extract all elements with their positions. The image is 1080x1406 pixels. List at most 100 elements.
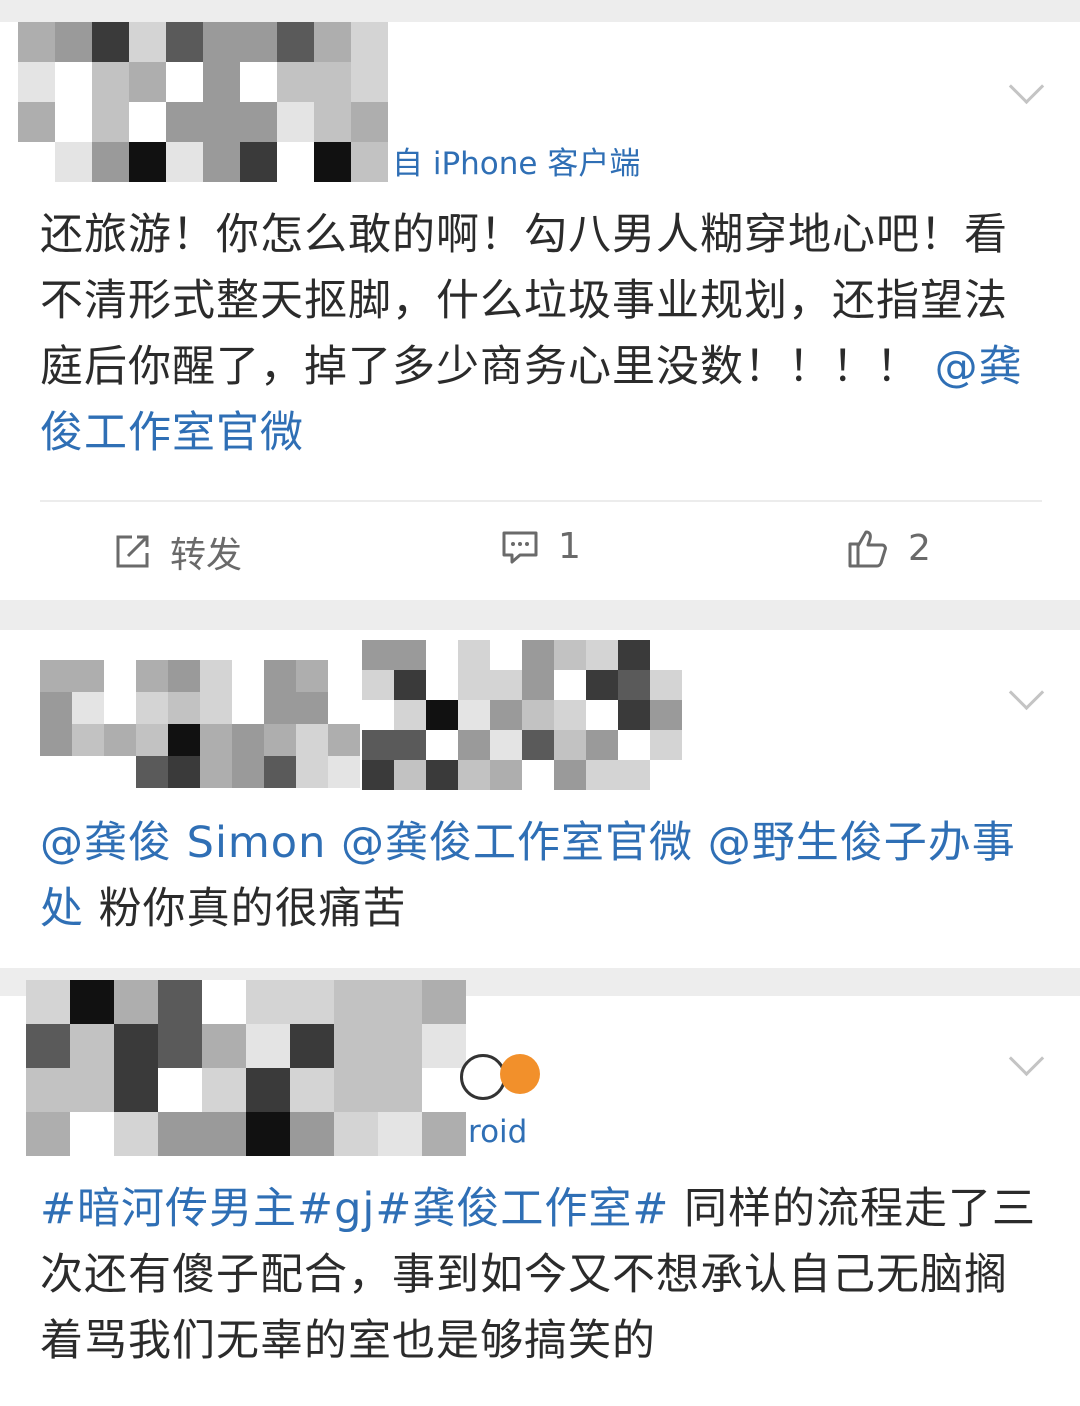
mosaic-cell — [158, 1024, 202, 1068]
mosaic-cell — [490, 670, 522, 700]
mosaic-cell — [202, 980, 246, 1024]
mosaic-cell — [378, 1112, 422, 1156]
mosaic-cell — [351, 62, 388, 102]
mosaic-cell — [650, 670, 682, 700]
mosaic-cell — [362, 700, 394, 730]
mosaic-cell — [200, 660, 232, 692]
mosaic-cell — [334, 1068, 378, 1112]
mosaic-cell — [554, 700, 586, 730]
chevron-down-icon[interactable] — [1008, 674, 1045, 711]
mosaic-cell — [618, 640, 650, 670]
mosaic-cell — [240, 62, 277, 102]
mosaic-cell — [129, 102, 166, 142]
mosaic-cell — [422, 1024, 466, 1068]
mosaic-cell — [18, 62, 55, 102]
mosaic-cell — [394, 670, 426, 700]
mention-link[interactable]: @龚俊工作室官微 — [341, 818, 693, 868]
mosaic-cell — [394, 760, 426, 790]
mosaic-cell — [136, 692, 168, 724]
mosaic-cell — [650, 640, 682, 670]
mention-link[interactable]: @龚俊 Simon — [40, 818, 326, 868]
mosaic-cell — [522, 730, 554, 760]
mosaic-cell — [114, 980, 158, 1024]
like-count: 2 — [908, 527, 931, 569]
mosaic-cell — [232, 724, 264, 756]
mosaic-cell — [586, 730, 618, 760]
mosaic-cell — [426, 640, 458, 670]
mosaic-cell — [203, 142, 240, 182]
post-card-3: roid #暗河传男主#gj#龚俊工作室# 同样的流程走了三次还有傻子配合，事到… — [0, 980, 1080, 1406]
mosaic-cell — [264, 692, 296, 724]
post-text — [693, 818, 708, 868]
mosaic-cell — [264, 724, 296, 756]
mosaic-cell — [586, 640, 618, 670]
mosaic-cell — [362, 760, 394, 790]
chevron-down-icon[interactable] — [1008, 1040, 1045, 1077]
mosaic-cell — [92, 22, 129, 62]
mosaic-cell — [618, 730, 650, 760]
pufferfish-emoji-icon — [500, 1054, 540, 1094]
mosaic-cell — [232, 756, 264, 788]
mosaic-cell — [314, 142, 351, 182]
mosaic-cell — [290, 1068, 334, 1112]
mosaic-cell — [277, 142, 314, 182]
chevron-down-icon[interactable] — [1008, 68, 1045, 105]
mosaic-cell — [618, 760, 650, 790]
mosaic-cell — [55, 62, 92, 102]
mosaic-cell — [246, 1112, 290, 1156]
mosaic-cell — [136, 756, 168, 788]
mosaic-cell — [232, 660, 264, 692]
mosaic-cell — [114, 1112, 158, 1156]
mosaic-cell — [394, 730, 426, 760]
mosaic-cell — [422, 980, 466, 1024]
hashtag-link[interactable]: #暗河传男主# — [40, 1184, 334, 1234]
mosaic-cell — [334, 980, 378, 1024]
mosaic-cell — [70, 980, 114, 1024]
mosaic-cell — [158, 980, 202, 1024]
mosaic-cell — [40, 692, 72, 724]
mosaic-cell — [168, 724, 200, 756]
mosaic-cell — [92, 142, 129, 182]
mosaic-cell — [104, 724, 136, 756]
mosaic-cell — [277, 22, 314, 62]
hashtag-link[interactable]: gj — [334, 1184, 375, 1234]
comment-button[interactable]: 1 — [500, 526, 581, 567]
mosaic-cell — [522, 640, 554, 670]
post-text: 还旅游！你怎么敢的啊！勾八男人糊穿地心吧！看不清形式整天抠脚，什么垃圾事业规划，… — [40, 210, 1008, 392]
repost-button[interactable]: 转发 — [112, 526, 242, 578]
mosaic-cell — [264, 660, 296, 692]
mosaic-cell — [650, 700, 682, 730]
mosaic-cell — [55, 102, 92, 142]
like-button[interactable]: 2 — [846, 526, 931, 570]
mosaic-cell — [264, 756, 296, 788]
mosaic-cell — [394, 640, 426, 670]
like-icon — [846, 526, 890, 570]
mosaic-cell — [168, 660, 200, 692]
mosaic-cell — [554, 760, 586, 790]
mosaic-cell — [490, 760, 522, 790]
mosaic-cell — [72, 756, 104, 788]
mosaic-cell — [26, 1024, 70, 1068]
mosaic-cell — [158, 1068, 202, 1112]
mosaic-cell — [290, 1112, 334, 1156]
mosaic-cell — [458, 760, 490, 790]
mosaic-cell — [240, 102, 277, 142]
mosaic-cell — [166, 22, 203, 62]
mosaic-cell — [314, 22, 351, 62]
mosaic-cell — [296, 756, 328, 788]
mosaic-cell — [362, 730, 394, 760]
mosaic-cell — [334, 1112, 378, 1156]
mosaic-cell — [70, 1112, 114, 1156]
mosaic-cell — [114, 1024, 158, 1068]
mosaic-cell — [426, 730, 458, 760]
post-source: 自 iPhone 客户端 — [392, 146, 641, 182]
hashtag-link[interactable]: #龚俊工作室# — [375, 1184, 669, 1234]
mosaic-cell — [650, 730, 682, 760]
mosaic-cell — [522, 760, 554, 790]
post-card-1: 自 iPhone 客户端 还旅游！你怎么敢的啊！勾八男人糊穿地心吧！看不清形式整… — [0, 22, 1080, 600]
mosaic-cell — [246, 1024, 290, 1068]
comment-count: 1 — [558, 526, 581, 567]
mosaic-cell — [296, 724, 328, 756]
mosaic-cell — [18, 102, 55, 142]
avatar-mosaic — [40, 660, 360, 788]
